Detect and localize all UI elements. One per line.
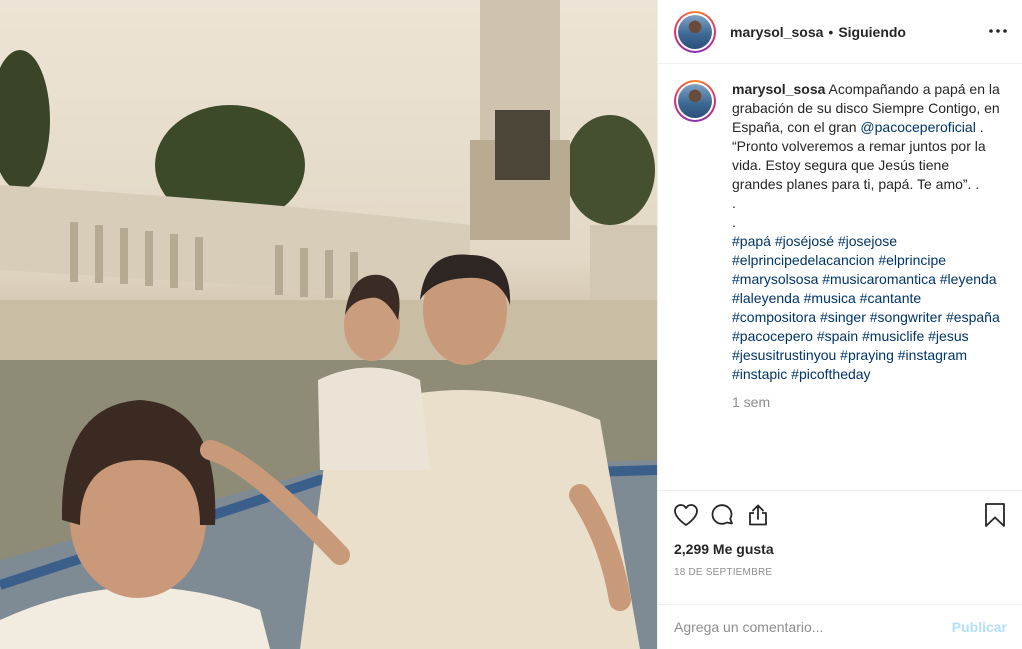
- mention-link[interactable]: @pacoceperoficial: [860, 119, 975, 135]
- avatar-border: [676, 12, 714, 51]
- colonnade-right: [590, 225, 657, 300]
- hashtag-link[interactable]: #singer: [820, 309, 866, 325]
- bookmark-icon: [985, 503, 1005, 527]
- share-button[interactable]: [738, 495, 778, 535]
- caption-dot-line: .: [732, 195, 736, 211]
- photo-illustration: [0, 0, 657, 649]
- post-actions: 2,299 Me gusta 18 DE SEPTIEMBRE: [658, 490, 1022, 604]
- post-side-panel: marysol_sosa • Siguiendo marysol_sosa Ac…: [657, 0, 1022, 649]
- post-header: marysol_sosa • Siguiendo: [658, 0, 1022, 64]
- hashtag-link[interactable]: #musica: [804, 290, 856, 306]
- save-button[interactable]: [975, 495, 1015, 535]
- caption-username-link[interactable]: marysol_sosa: [732, 81, 825, 97]
- comment-button[interactable]: [702, 495, 742, 535]
- hashtag-link[interactable]: #jesus: [928, 328, 968, 344]
- avatar-image: [678, 14, 712, 49]
- hashtag-link[interactable]: #spain: [817, 328, 858, 344]
- hashtag-link[interactable]: #elprincipe: [878, 252, 946, 268]
- caption: marysol_sosa Acompañando a papá en la gr…: [674, 80, 1007, 384]
- likes-count[interactable]: 2,299 Me gusta: [674, 541, 1007, 557]
- comment-input[interactable]: [674, 619, 952, 635]
- post-date[interactable]: 18 DE SEPTIEMBRE: [674, 567, 1007, 578]
- comment-icon: [711, 504, 733, 525]
- hashtag-link[interactable]: #instapic: [732, 366, 787, 382]
- more-horizontal-icon: [989, 29, 1007, 33]
- tree: [0, 50, 50, 190]
- hashtag-link[interactable]: #papá: [732, 233, 771, 249]
- publish-button[interactable]: Publicar: [952, 619, 1007, 635]
- hashtag-link[interactable]: #musiclife: [862, 328, 924, 344]
- boy-shirt: [318, 367, 430, 470]
- avatar[interactable]: [674, 10, 716, 53]
- like-button[interactable]: [666, 495, 706, 535]
- action-icons-row: [674, 491, 1007, 539]
- hashtag-link[interactable]: #compositora: [732, 309, 816, 325]
- share-icon: [749, 504, 767, 526]
- hashtag-link[interactable]: #laleyenda: [732, 290, 800, 306]
- heart-icon: [674, 504, 698, 526]
- monument-statue: [495, 110, 550, 180]
- avatar-border: [676, 82, 714, 120]
- hashtag-link[interactable]: #pacocepero: [732, 328, 813, 344]
- post-photo[interactable]: [0, 0, 657, 649]
- hashtag-link[interactable]: #praying: [840, 347, 894, 363]
- hashtag-link[interactable]: #leyenda: [940, 271, 997, 287]
- avatar-image: [678, 84, 712, 118]
- comment-form: Publicar: [658, 604, 1022, 649]
- tree: [565, 115, 655, 225]
- username-link[interactable]: marysol_sosa: [730, 24, 823, 40]
- hashtag-link[interactable]: #picoftheday: [791, 366, 870, 382]
- caption-dot-line: .: [732, 214, 736, 230]
- separator-dot: •: [828, 23, 834, 40]
- hashtag-link[interactable]: #españa: [946, 309, 1000, 325]
- hashtag-link[interactable]: #marysolsosa: [732, 271, 818, 287]
- hashtag-link[interactable]: #elprincipedelacancion: [732, 252, 874, 268]
- hashtag-link[interactable]: #musicaromantica: [822, 271, 936, 287]
- caption-avatar[interactable]: [674, 80, 716, 122]
- hashtag-link[interactable]: #songwriter: [870, 309, 942, 325]
- hashtag-link[interactable]: #joséjosé: [775, 233, 834, 249]
- hashtag-link[interactable]: #jesusitrustinyou: [732, 347, 836, 363]
- header-text: marysol_sosa • Siguiendo: [730, 24, 906, 40]
- comments-section[interactable]: marysol_sosa Acompañando a papá en la gr…: [658, 64, 1022, 490]
- hashtag-list: #papá #joséjosé #josejose #elprincipedel…: [732, 232, 1002, 384]
- hashtag-link[interactable]: #josejose: [838, 233, 897, 249]
- hashtag-link[interactable]: #cantante: [860, 290, 922, 306]
- caption-timestamp[interactable]: 1 sem: [732, 394, 1007, 410]
- caption-text: marysol_sosa Acompañando a papá en la gr…: [732, 80, 1002, 384]
- steps: [0, 300, 657, 360]
- more-options-button[interactable]: [987, 20, 1009, 42]
- hashtag-link[interactable]: #instagram: [898, 347, 967, 363]
- following-button[interactable]: Siguiendo: [838, 24, 906, 40]
